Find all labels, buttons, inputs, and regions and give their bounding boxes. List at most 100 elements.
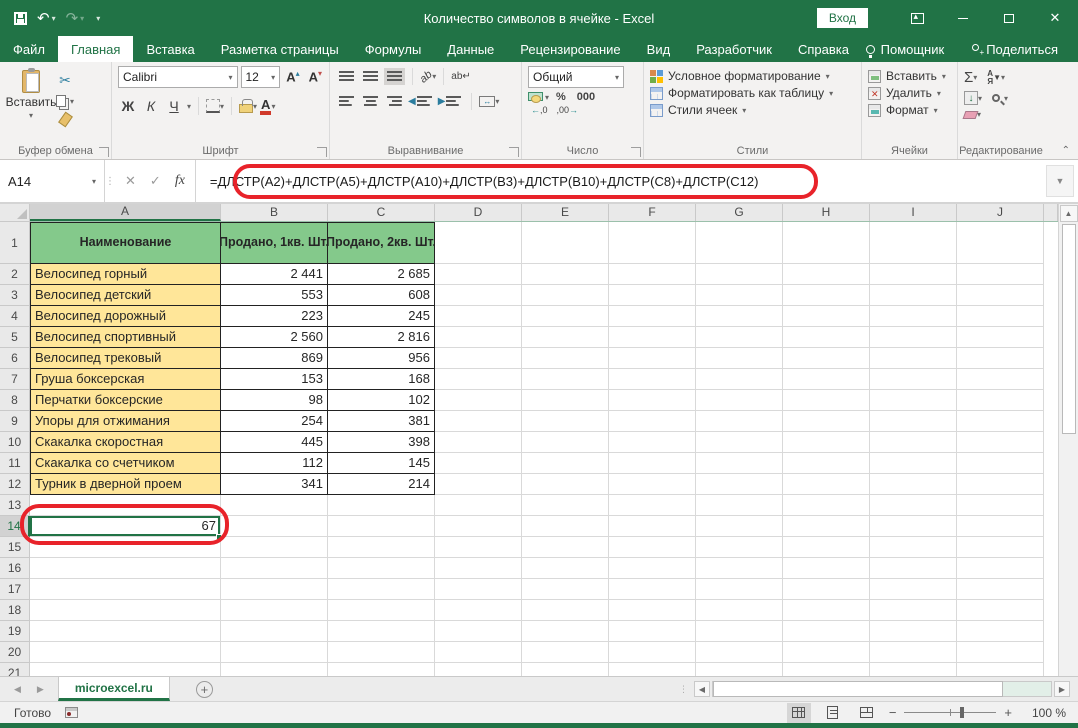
cell-B3[interactable]: 553 (221, 285, 328, 306)
delete-cells-button[interactable]: Удалить▾ (868, 86, 953, 100)
format-as-table-button[interactable]: Форматировать как таблицу▾ (650, 86, 857, 100)
cell-I14[interactable] (870, 516, 957, 537)
cell-B16[interactable] (221, 558, 328, 579)
select-all-button[interactable] (0, 204, 30, 222)
column-header-C[interactable]: C (328, 204, 435, 221)
cell-E6[interactable] (522, 348, 609, 369)
cell-C3[interactable]: 608 (328, 285, 435, 306)
cell-J17[interactable] (957, 579, 1044, 600)
cell-J21[interactable] (957, 663, 1044, 676)
cell-J14[interactable] (957, 516, 1044, 537)
ribbon-tab-вставка[interactable]: Вставка (133, 36, 207, 62)
row-header-3[interactable]: 3 (0, 285, 30, 306)
cell-I17[interactable] (870, 579, 957, 600)
column-header-B[interactable]: B (221, 204, 328, 221)
cell-G8[interactable] (696, 390, 783, 411)
cell-J9[interactable] (957, 411, 1044, 432)
cell-F5[interactable] (609, 327, 696, 348)
cell-I4[interactable] (870, 306, 957, 327)
row-header-8[interactable]: 8 (0, 390, 30, 411)
cell-C15[interactable] (328, 537, 435, 558)
ribbon-tab-рецензирование[interactable]: Рецензирование (507, 36, 633, 62)
cell-H11[interactable] (783, 453, 870, 474)
cell-E1[interactable] (522, 222, 609, 264)
cell-B6[interactable]: 869 (221, 348, 328, 369)
cell-D13[interactable] (435, 495, 522, 516)
cell-H9[interactable] (783, 411, 870, 432)
cell-C21[interactable] (328, 663, 435, 676)
cell-B8[interactable]: 98 (221, 390, 328, 411)
cell-E15[interactable] (522, 537, 609, 558)
cell-F17[interactable] (609, 579, 696, 600)
cell-B9[interactable]: 254 (221, 411, 328, 432)
cell-C10[interactable]: 398 (328, 432, 435, 453)
cell-F18[interactable] (609, 600, 696, 621)
row-header-17[interactable]: 17 (0, 579, 30, 600)
column-header-E[interactable]: E (522, 204, 609, 221)
cell-I10[interactable] (870, 432, 957, 453)
cell-E19[interactable] (522, 621, 609, 642)
cell-F2[interactable] (609, 264, 696, 285)
cell-J3[interactable] (957, 285, 1044, 306)
horizontal-scroll-thumb[interactable] (713, 681, 1003, 697)
cell-G4[interactable] (696, 306, 783, 327)
cell-A15[interactable] (30, 537, 221, 558)
assistant-button[interactable]: Помощник (866, 42, 945, 57)
cell-B7[interactable]: 153 (221, 369, 328, 390)
cell-H8[interactable] (783, 390, 870, 411)
cell-A7[interactable]: Груша боксерская (30, 369, 221, 390)
cell-D3[interactable] (435, 285, 522, 306)
column-header-I[interactable]: I (870, 204, 957, 221)
cell-D19[interactable] (435, 621, 522, 642)
cell-G2[interactable] (696, 264, 783, 285)
cell-C4[interactable]: 245 (328, 306, 435, 327)
cell-F10[interactable] (609, 432, 696, 453)
cell-J8[interactable] (957, 390, 1044, 411)
cell-E7[interactable] (522, 369, 609, 390)
redo-button[interactable]: ↷▾ (66, 9, 85, 27)
cell-G16[interactable] (696, 558, 783, 579)
cell-F15[interactable] (609, 537, 696, 558)
cell-A14[interactable]: 67 (30, 516, 221, 537)
cell-G15[interactable] (696, 537, 783, 558)
cell-C14[interactable] (328, 516, 435, 537)
cell-I2[interactable] (870, 264, 957, 285)
cell-A16[interactable] (30, 558, 221, 579)
ribbon-tab-разработчик[interactable]: Разработчик (683, 36, 785, 62)
cell-D7[interactable] (435, 369, 522, 390)
cell-D17[interactable] (435, 579, 522, 600)
minimize-button[interactable] (940, 0, 986, 36)
cell-F13[interactable] (609, 495, 696, 516)
cell-A1[interactable]: Наименование (30, 222, 221, 264)
scroll-up-icon[interactable]: ▲ (1060, 205, 1078, 222)
increase-indent-button[interactable]: ▶ (438, 91, 465, 112)
name-box[interactable]: A14▾ (0, 160, 105, 202)
cell-G19[interactable] (696, 621, 783, 642)
cell-D12[interactable] (435, 474, 522, 495)
row-header-1[interactable]: 1 (0, 222, 30, 264)
cell-A6[interactable]: Велосипед трековый (30, 348, 221, 369)
row-header-18[interactable]: 18 (0, 600, 30, 621)
cell-E13[interactable] (522, 495, 609, 516)
cell-D10[interactable] (435, 432, 522, 453)
cell-C2[interactable]: 2 685 (328, 264, 435, 285)
cell-F4[interactable] (609, 306, 696, 327)
cell-A18[interactable] (30, 600, 221, 621)
cell-H16[interactable] (783, 558, 870, 579)
cell-C9[interactable]: 381 (328, 411, 435, 432)
cell-I11[interactable] (870, 453, 957, 474)
cell-A17[interactable] (30, 579, 221, 600)
ribbon-tab-разметка-страницы[interactable]: Разметка страницы (208, 36, 352, 62)
cell-A2[interactable]: Велосипед горный (30, 264, 221, 285)
font-dialog-launcher[interactable] (317, 147, 327, 157)
zoom-in-button[interactable]: + (1004, 705, 1012, 720)
conditional-formatting-button[interactable]: Условное форматирование▾ (650, 69, 857, 83)
column-header-J[interactable]: J (957, 204, 1044, 221)
cell-E3[interactable] (522, 285, 609, 306)
align-right-button[interactable] (384, 91, 405, 112)
cell-E12[interactable] (522, 474, 609, 495)
cell-J18[interactable] (957, 600, 1044, 621)
font-size-combo[interactable]: 12▾ (241, 66, 281, 88)
cell-B13[interactable] (221, 495, 328, 516)
cell-E18[interactable] (522, 600, 609, 621)
